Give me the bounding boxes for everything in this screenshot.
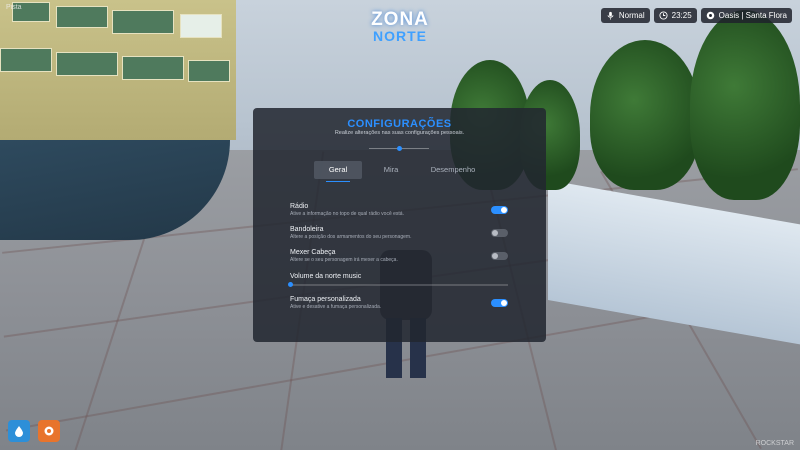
voice-mode-text: Normal <box>618 11 645 20</box>
settings-subtitle: Realize alterações nas suas configuraçõe… <box>334 130 465 136</box>
radio-toggle[interactable] <box>491 206 508 214</box>
tree <box>690 10 800 200</box>
logo-bottom-text: NORTE <box>373 28 427 44</box>
watermark: ROCKSTAR <box>755 440 794 447</box>
option-bandoleira: Bandoleira Altere a posição dos armament… <box>290 225 508 241</box>
status-hud: Normal 23:25 Oasis | Santa Flora <box>600 8 792 23</box>
hunger-icon <box>44 426 54 436</box>
clock-pill: 23:25 <box>653 8 697 23</box>
settings-title: CONFIGURAÇÕES <box>347 118 452 130</box>
settings-panel: CONFIGURAÇÕES Realize alterações nas sua… <box>253 108 546 342</box>
location-text: Oasis | Santa Flora <box>718 11 787 20</box>
option-description: Ative e desative a fumaça personalizada. <box>290 304 382 310</box>
tab-geral[interactable]: Geral <box>314 161 362 182</box>
volume-slider[interactable] <box>288 282 508 287</box>
server-logo: ZONA NORTE <box>362 9 438 44</box>
tab-desempenho[interactable]: Desempenho <box>421 161 485 179</box>
option-mexer-cabeca: Mexer Cabeça Altere se o seu personagem … <box>290 248 508 264</box>
settings-tabs: Geral Mira Desempenho <box>253 161 546 182</box>
fumaca-toggle[interactable] <box>491 299 508 307</box>
corner-label: Pista <box>6 4 22 11</box>
building <box>0 0 236 140</box>
option-description: Altere a posição dos armamentos do seu p… <box>290 234 412 240</box>
location-icon <box>706 11 714 20</box>
voice-mode-pill: Normal <box>600 8 650 23</box>
clock-text: 23:25 <box>671 11 692 20</box>
water-drop-icon <box>15 426 23 437</box>
clock-icon <box>659 11 668 20</box>
option-title: Bandoleira <box>290 226 324 233</box>
option-title: Mexer Cabeça <box>290 249 336 256</box>
option-title: Fumaça personalizada <box>290 296 361 303</box>
option-description: Altere se o seu personagem irá mexer a c… <box>290 257 398 263</box>
location-pill: Oasis | Santa Flora <box>700 8 792 23</box>
volume-slider-thumb[interactable] <box>288 282 293 287</box>
bandoleira-toggle[interactable] <box>491 229 508 237</box>
option-title: Rádio <box>290 203 309 210</box>
microphone-icon <box>607 11 614 20</box>
tree <box>590 40 700 190</box>
option-fumaca: Fumaça personalizada Ative e desative a … <box>290 295 508 311</box>
divider-dot <box>397 146 402 151</box>
thirst-button[interactable] <box>8 420 30 442</box>
option-volume: Volume da norte music <box>288 272 508 287</box>
option-description: Ative a informação no topo de qual rádio… <box>290 211 404 217</box>
volume-title: Volume da norte music <box>290 273 362 280</box>
logo-top-text: ZONA <box>371 9 429 30</box>
tab-mira[interactable]: Mira <box>367 161 415 179</box>
option-radio: Rádio Ative a informação no topo de qual… <box>290 202 508 218</box>
hunger-button[interactable] <box>38 420 60 442</box>
mexer-cabeca-toggle[interactable] <box>491 252 508 260</box>
